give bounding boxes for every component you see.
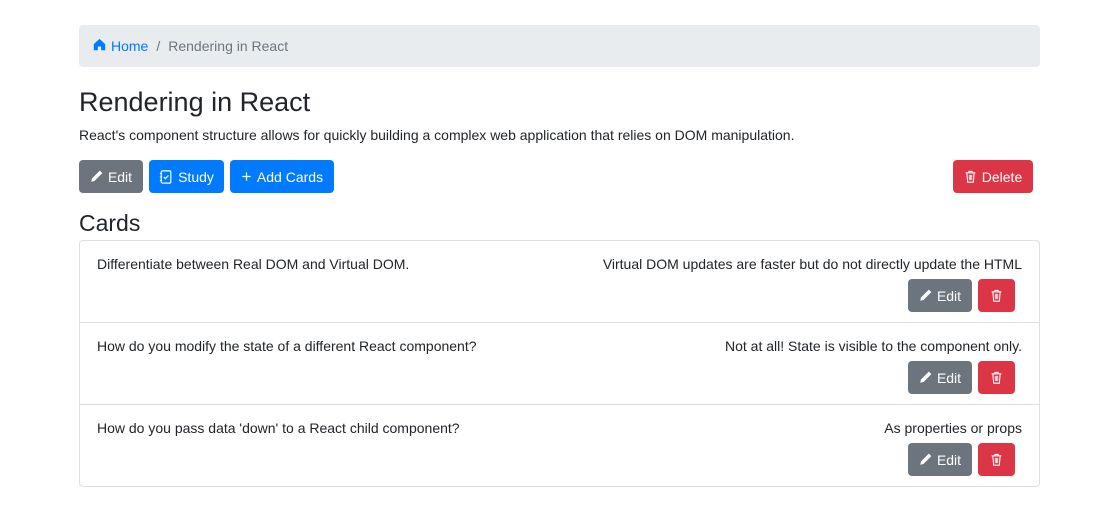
page-container: Home / Rendering in React Rendering in R… <box>79 25 1040 487</box>
plus-icon <box>241 171 252 182</box>
edit-deck-button[interactable]: Edit <box>79 160 143 193</box>
edit-card-label: Edit <box>936 287 962 304</box>
breadcrumb: Home / Rendering in React <box>79 25 1040 67</box>
edit-card-button[interactable]: Edit <box>908 279 972 312</box>
study-button[interactable]: Study <box>149 160 224 193</box>
trash-icon <box>964 170 977 183</box>
card-front: Differentiate between Real DOM and Virtu… <box>97 256 410 272</box>
page-title: Rendering in React <box>79 87 311 117</box>
breadcrumb-separator: / <box>156 38 161 54</box>
breadcrumb-home-link[interactable]: Home <box>93 38 148 54</box>
delete-deck-button[interactable]: Delete <box>953 160 1033 193</box>
card-row: How do you modify the state of a differe… <box>80 323 1039 405</box>
add-cards-button[interactable]: Add Cards <box>230 160 334 193</box>
card-list: Differentiate between Real DOM and Virtu… <box>79 240 1040 487</box>
cards-heading: Cards <box>79 210 141 236</box>
delete-deck-label: Delete <box>981 168 1023 185</box>
card-front: How do you modify the state of a differe… <box>97 338 477 354</box>
house-icon <box>93 38 106 54</box>
pencil-icon <box>919 289 932 302</box>
pencil-icon <box>90 170 103 183</box>
card-front: How do you pass data 'down' to a React c… <box>97 420 460 436</box>
pencil-icon <box>919 371 932 384</box>
edit-deck-label: Edit <box>107 168 133 185</box>
deck-toolbar: Edit Study Add Cards Delete <box>79 160 1040 193</box>
breadcrumb-home-label: Home <box>111 38 149 54</box>
card-row: How do you pass data 'down' to a React c… <box>80 405 1039 486</box>
edit-card-label: Edit <box>936 369 962 386</box>
delete-card-button[interactable] <box>978 279 1015 312</box>
card-back: Virtual DOM updates are faster but do no… <box>602 256 1022 272</box>
edit-card-label: Edit <box>936 451 962 468</box>
journal-check-icon <box>159 169 173 184</box>
card-row: Differentiate between Real DOM and Virtu… <box>80 241 1039 323</box>
card-back: As properties or props <box>884 420 1022 436</box>
deck-description: React's component structure allows for q… <box>79 127 795 143</box>
trash-icon <box>990 453 1003 466</box>
add-cards-label: Add Cards <box>256 168 324 185</box>
trash-icon <box>990 289 1003 302</box>
delete-card-button[interactable] <box>978 443 1015 476</box>
edit-card-button[interactable]: Edit <box>908 443 972 476</box>
edit-card-button[interactable]: Edit <box>908 361 972 394</box>
trash-icon <box>990 371 1003 384</box>
delete-card-button[interactable] <box>978 361 1015 394</box>
card-back: Not at all! State is visible to the comp… <box>724 338 1022 354</box>
study-label: Study <box>178 168 214 185</box>
pencil-icon <box>919 453 932 466</box>
breadcrumb-current: Rendering in React <box>168 38 289 54</box>
